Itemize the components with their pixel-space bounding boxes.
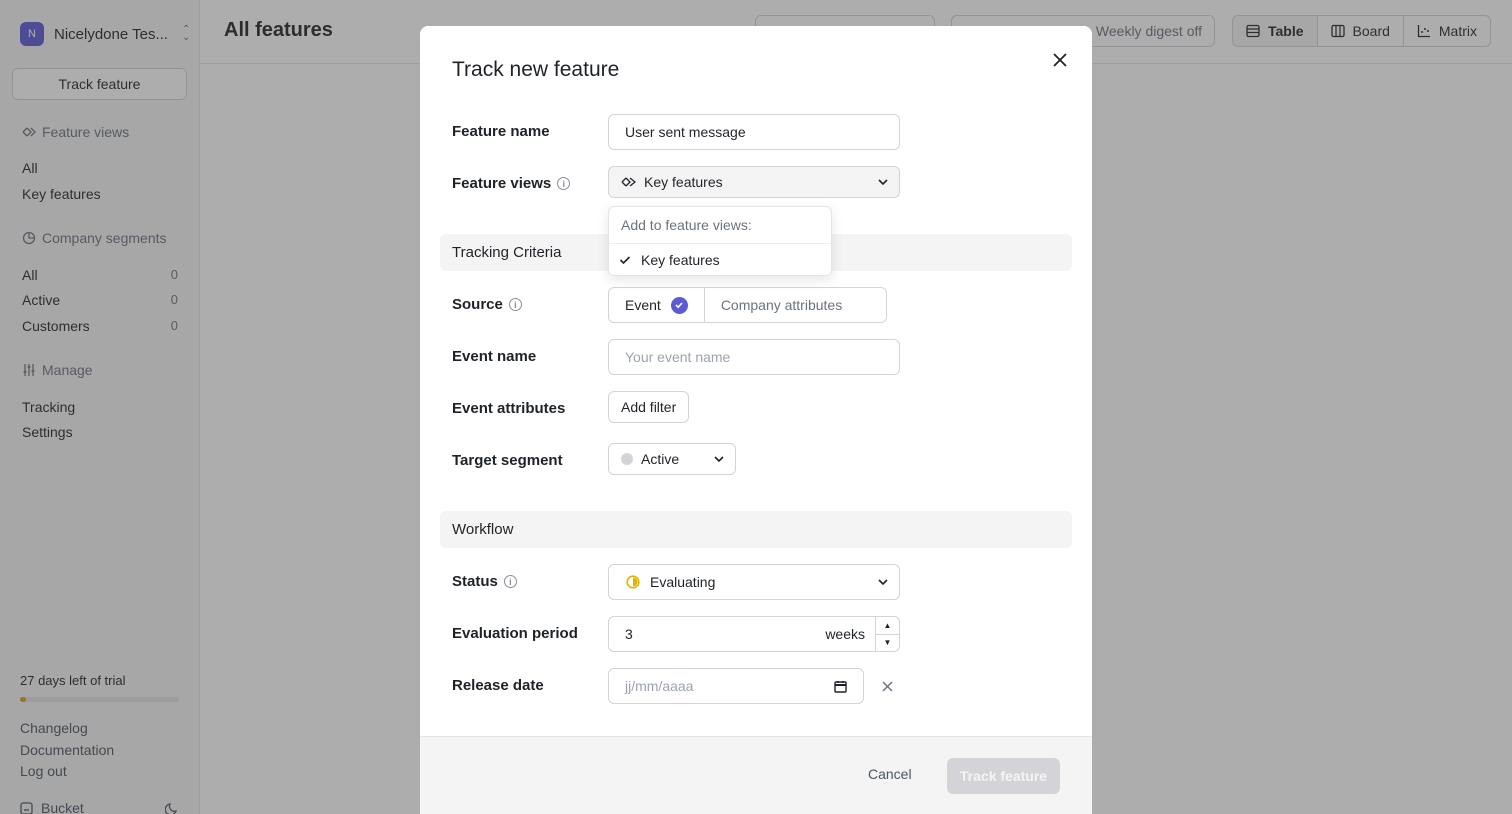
source-toggle: Event Company attributes <box>608 287 887 323</box>
source-option-event[interactable]: Event <box>609 288 705 322</box>
label-text: Event attributes <box>452 400 566 417</box>
workflow-header: Workflow <box>440 511 1072 548</box>
feature-views-icon <box>621 177 636 187</box>
select-value: Active <box>641 451 680 467</box>
feature-name-label: Feature name <box>452 123 550 140</box>
label-text: Target segment <box>452 452 563 469</box>
number-stepper: ▲ ▼ <box>875 617 899 651</box>
source-option-company-attributes[interactable]: Company attributes <box>705 288 886 322</box>
select-value: Key features <box>644 174 723 190</box>
info-icon[interactable]: i <box>503 575 517 588</box>
label-text: Feature name <box>452 123 550 140</box>
modal-footer: Cancel Track feature <box>420 736 1092 814</box>
release-date-input[interactable]: jj/mm/aaaa <box>608 668 864 704</box>
cancel-button[interactable]: Cancel <box>868 766 912 782</box>
select-value: Evaluating <box>650 574 716 590</box>
event-name-label: Event name <box>452 348 536 365</box>
segment-dot-icon <box>621 453 633 465</box>
label-text: Event name <box>452 348 537 365</box>
check-icon <box>619 256 631 265</box>
chevron-down-icon <box>714 456 724 463</box>
option-label: Event <box>625 297 661 313</box>
chevron-down-icon <box>878 579 888 586</box>
label-text: Evaluation period <box>452 625 578 642</box>
label-text: Feature views <box>452 175 552 192</box>
chevron-down-icon <box>878 179 888 186</box>
event-attributes-label: Event attributes <box>452 400 565 417</box>
clear-date-button[interactable] <box>879 678 895 694</box>
label-text: Release date <box>452 677 544 694</box>
feature-name-input[interactable]: User sent message <box>608 114 900 150</box>
evaluation-period-value[interactable]: 3 <box>609 626 825 642</box>
source-label: Source i <box>452 296 522 313</box>
track-feature-submit-button[interactable]: Track feature <box>947 758 1060 794</box>
event-name-input[interactable]: Your event name <box>608 339 900 375</box>
option-label: Key features <box>641 252 720 268</box>
evaluation-period-unit: weeks <box>825 626 865 642</box>
target-segment-label: Target segment <box>452 452 563 469</box>
label-text: Status <box>452 573 498 590</box>
calendar-icon[interactable] <box>834 680 847 693</box>
evaluation-period-label: Evaluation period <box>452 625 578 642</box>
feature-views-label: Feature views i <box>452 175 571 192</box>
status-label: Status i <box>452 573 517 590</box>
status-select[interactable]: Evaluating <box>608 564 900 600</box>
release-date-label: Release date <box>452 677 544 694</box>
feature-views-select[interactable]: Key features <box>608 166 900 198</box>
increment-icon[interactable]: ▲ <box>876 617 899 635</box>
track-feature-modal: Track new feature Feature name User sent… <box>420 26 1092 814</box>
add-filter-button[interactable]: Add filter <box>608 391 690 423</box>
info-icon[interactable]: i <box>557 177 571 190</box>
close-icon <box>881 680 893 692</box>
dropdown-header: Add to feature views: <box>609 207 831 244</box>
close-button[interactable] <box>1048 48 1072 72</box>
target-segment-select[interactable]: Active <box>608 443 736 475</box>
check-circle-icon <box>670 296 688 314</box>
evaluation-period-input[interactable]: 3 weeks ▲ ▼ <box>608 616 900 652</box>
dropdown-option-key-features[interactable]: Key features <box>609 244 831 276</box>
info-icon[interactable]: i <box>508 298 522 311</box>
evaluating-status-icon <box>626 575 640 589</box>
close-icon <box>1053 53 1067 67</box>
label-text: Source <box>452 296 503 313</box>
modal-title: Track new feature <box>452 58 620 81</box>
decrement-icon[interactable]: ▼ <box>876 635 899 652</box>
option-label: Company attributes <box>720 297 843 313</box>
feature-views-dropdown: Add to feature views: Key features <box>608 206 832 276</box>
date-placeholder: jj/mm/aaaa <box>625 678 694 694</box>
